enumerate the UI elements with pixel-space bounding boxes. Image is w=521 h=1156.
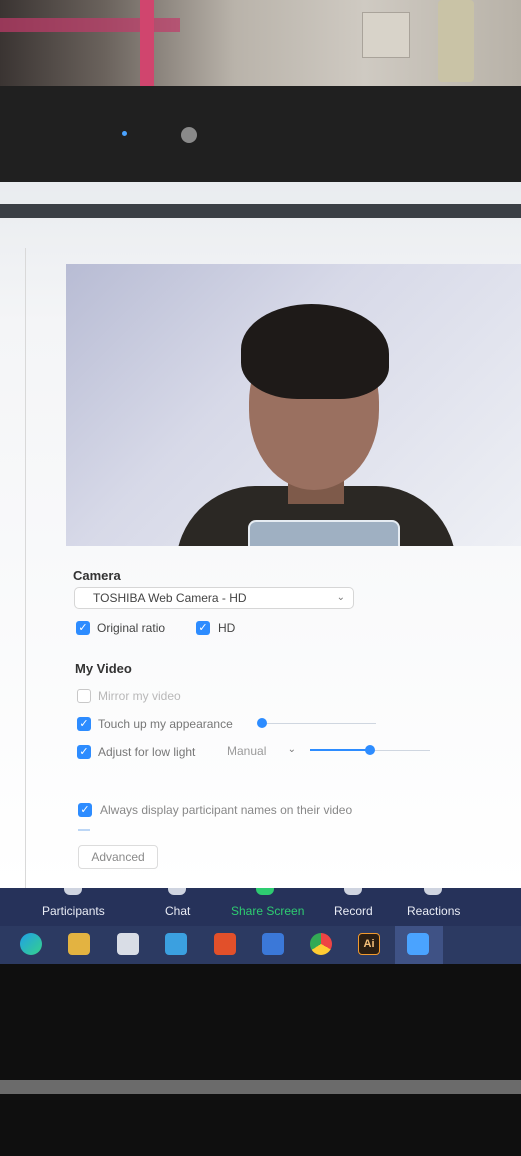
low-light-slider-fill [310, 749, 370, 751]
reactions-button[interactable]: Reactions [407, 904, 460, 918]
participants-button[interactable]: Participants [42, 904, 105, 918]
zoom-icon[interactable] [407, 933, 429, 955]
camera-section-title: Camera [73, 568, 121, 583]
participants-icon [64, 888, 82, 895]
chevron-down-icon: ⌄ [336, 592, 345, 603]
touch-up-checkbox[interactable]: ✓ [77, 717, 91, 731]
video-preview [66, 264, 521, 546]
low-light-checkbox[interactable]: ✓ [77, 745, 91, 759]
advanced-button[interactable]: Advanced [78, 845, 158, 869]
share-screen-icon [256, 888, 274, 895]
laptop-ledge [0, 1080, 521, 1094]
webcam-lens-icon [181, 127, 197, 143]
hd-checkbox[interactable]: ✓ [196, 621, 210, 635]
record-icon [344, 888, 362, 895]
low-light-label: Adjust for low light [98, 745, 196, 759]
edge-icon[interactable] [20, 933, 42, 955]
illustrator-icon-label: Ai [363, 938, 375, 950]
reactions-icon [424, 888, 442, 895]
illustrator-icon[interactable]: Ai [358, 933, 380, 955]
word-icon[interactable] [262, 933, 284, 955]
mail-icon[interactable] [165, 933, 187, 955]
person-hair [241, 304, 389, 399]
wall-switch [362, 12, 410, 58]
original-ratio-label: Original ratio [97, 621, 166, 635]
webcam-led-icon [122, 131, 127, 136]
file-explorer-icon[interactable] [68, 933, 90, 955]
touch-up-label: Touch up my appearance [98, 717, 233, 731]
camera-select-value: TOSHIBA Web Camera - HD [93, 591, 247, 605]
record-button[interactable]: Record [334, 904, 373, 918]
low-light-mode-select[interactable]: Manual ⌄ [222, 741, 300, 761]
office-icon[interactable] [214, 933, 236, 955]
camera-select[interactable]: TOSHIBA Web Camera - HD ⌄ [74, 587, 354, 609]
hd-label: HD [218, 621, 236, 635]
laptop-bezel [0, 86, 521, 182]
store-icon[interactable] [117, 933, 139, 955]
small-divider [78, 829, 90, 831]
chat-icon [168, 888, 186, 895]
chat-button[interactable]: Chat [165, 904, 190, 918]
touch-up-slider-track[interactable] [262, 723, 376, 724]
mirror-video-label: Mirror my video [98, 689, 181, 703]
low-light-mode-value: Manual [227, 744, 267, 758]
room-background [0, 0, 521, 86]
mirror-video-checkbox[interactable] [77, 689, 91, 703]
meeting-toolbar: Participants Chat Share Screen Record Re… [0, 888, 521, 926]
window-top-strip [0, 204, 521, 218]
touch-up-slider-handle[interactable] [257, 718, 267, 728]
phone-in-hand [248, 520, 400, 546]
my-video-section-title: My Video [75, 661, 132, 676]
share-screen-button[interactable]: Share Screen [231, 904, 304, 918]
original-ratio-checkbox[interactable]: ✓ [76, 621, 90, 635]
chrome-icon[interactable] [310, 933, 332, 955]
laptop-lower-body [0, 964, 521, 1156]
always-display-names-label: Always display participant names on thei… [100, 803, 353, 817]
pole [140, 0, 154, 86]
always-display-names-checkbox[interactable]: ✓ [78, 803, 92, 817]
chevron-down-icon: ⌄ [287, 744, 296, 755]
low-light-slider-handle[interactable] [365, 745, 375, 755]
wall-socket [438, 0, 474, 82]
sidebar-divider [25, 248, 26, 888]
